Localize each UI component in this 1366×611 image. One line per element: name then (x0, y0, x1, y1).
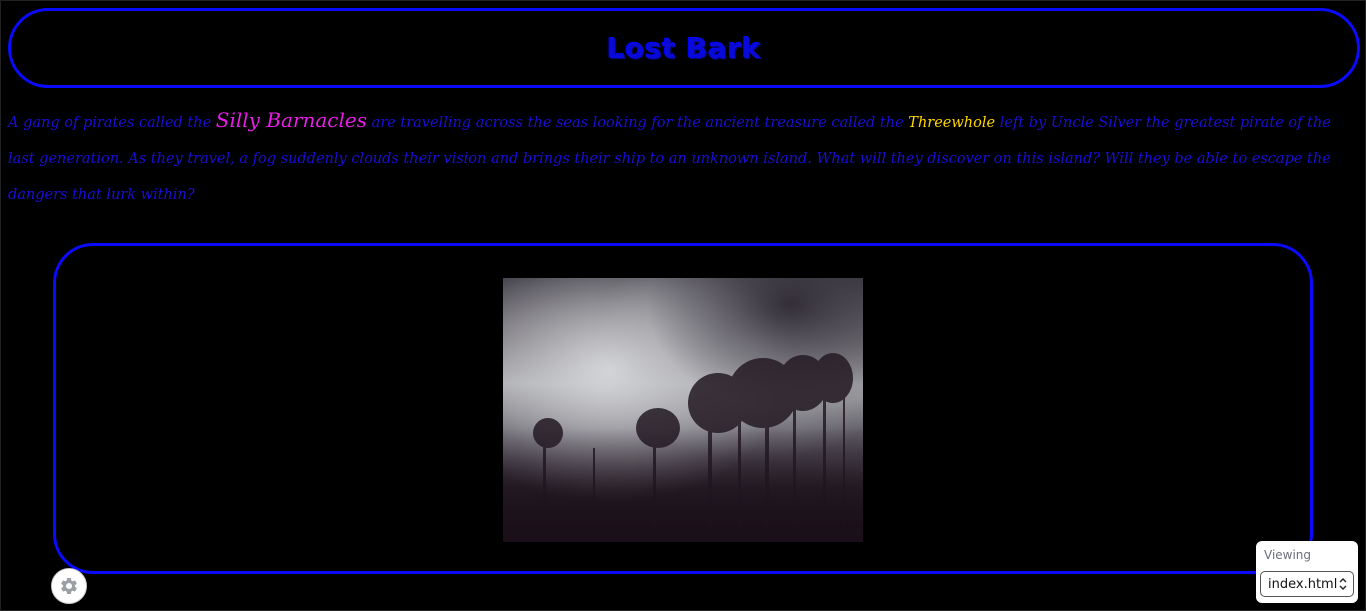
story-paragraph: A gang of pirates called the Silly Barna… (8, 102, 1358, 213)
file-select-value: index.html (1268, 576, 1338, 592)
title-banner: Lost Bark (8, 8, 1360, 88)
page-title: Lost Bark (606, 31, 762, 65)
treasure-name: Threewhole (908, 115, 996, 131)
story-text-intro: A gang of pirates called the (8, 115, 216, 131)
foggy-forest-image (503, 278, 863, 542)
file-select[interactable]: index.html (1260, 571, 1354, 597)
viewing-panel: Viewing index.html (1256, 541, 1358, 603)
up-down-chevron-icon (1339, 578, 1347, 590)
crew-name: Silly Barnacles (215, 108, 367, 132)
gear-icon (61, 578, 77, 594)
viewing-label: Viewing (1264, 548, 1312, 562)
settings-button[interactable] (51, 568, 87, 604)
story-text-middle: are travelling across the seas looking f… (367, 115, 909, 131)
